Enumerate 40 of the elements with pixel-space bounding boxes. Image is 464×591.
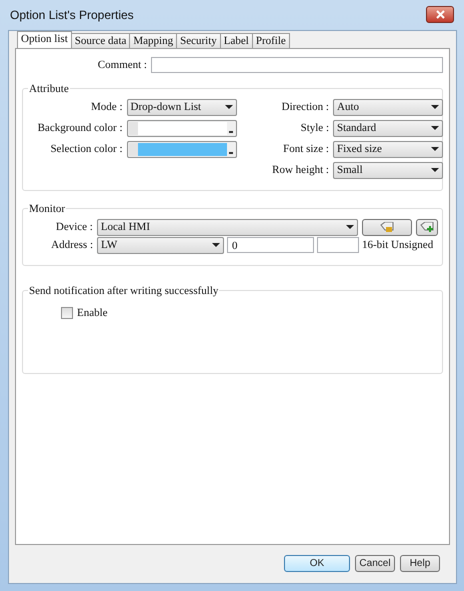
- dropdown[interactable]: Drop-down List: [126, 98, 237, 116]
- dropdown[interactable]: Fixed size: [333, 140, 443, 158]
- field-label: Background color :: [36, 120, 123, 136]
- device-dropdown[interactable]: Local HMI: [96, 218, 358, 236]
- tab[interactable]: Security: [176, 33, 221, 48]
- add-button[interactable]: [416, 218, 438, 236]
- color-picker[interactable]: [126, 120, 237, 136]
- field-label: Comment :: [96, 58, 147, 73]
- dropdown[interactable]: Small: [333, 162, 443, 178]
- field-label: Direction :: [280, 100, 329, 115]
- color-picker[interactable]: [126, 140, 237, 158]
- add-tag-icon: [420, 222, 434, 232]
- tab[interactable]: Mapping: [129, 33, 178, 48]
- field-label: Address :: [50, 238, 93, 253]
- field-label: Mode :: [90, 100, 123, 115]
- enable-checkbox[interactable]: Enable: [61, 304, 108, 321]
- comment-field[interactable]: [151, 57, 443, 74]
- field-label: Row height :: [271, 162, 329, 178]
- field-label: Font size :: [282, 142, 329, 157]
- close-button[interactable]: [426, 6, 454, 23]
- format-label: 16-bit Unsigned: [362, 238, 434, 253]
- tab[interactable]: Option list: [17, 31, 72, 48]
- field-label: Selection color :: [49, 142, 123, 157]
- settings-button[interactable]: [362, 218, 412, 236]
- close-icon: [436, 10, 444, 19]
- tab[interactable]: Source data: [70, 33, 130, 48]
- address-type-dropdown[interactable]: LW: [97, 236, 224, 254]
- tab[interactable]: Label: [220, 33, 253, 48]
- dropdown[interactable]: Standard: [333, 120, 443, 136]
- window-title: Option List's Properties: [10, 7, 134, 24]
- tag-icon: [380, 222, 394, 232]
- dropdown[interactable]: Auto: [333, 98, 443, 116]
- field-label: Device :: [54, 220, 93, 235]
- field-label: Style :: [300, 120, 329, 136]
- dialog-button[interactable]: Cancel: [355, 555, 395, 572]
- address-field[interactable]: 0: [227, 237, 314, 253]
- dialog-button[interactable]: Help: [400, 555, 440, 572]
- dialog-button[interactable]: OK: [284, 555, 350, 572]
- tab[interactable]: Profile: [252, 33, 290, 48]
- index-field[interactable]: [317, 237, 359, 253]
